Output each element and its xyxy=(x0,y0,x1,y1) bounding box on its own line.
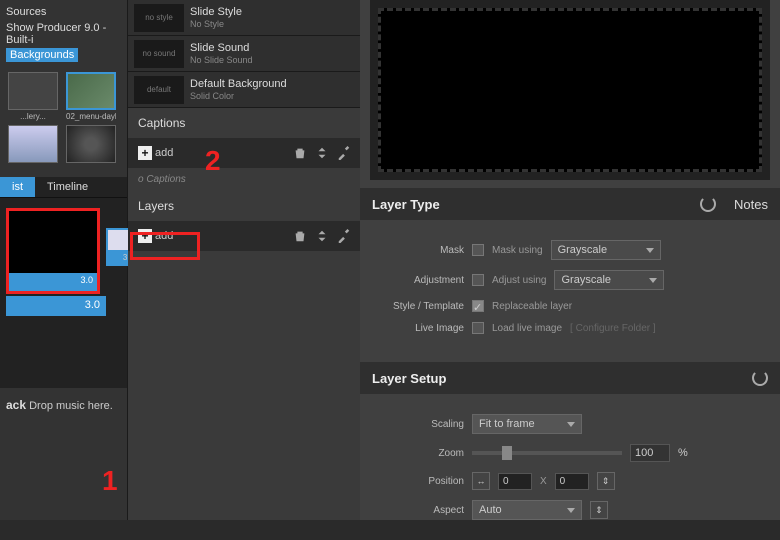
audio-track[interactable]: ack Drop music here. xyxy=(0,392,127,418)
tree-backgrounds[interactable]: Backgrounds xyxy=(6,48,78,62)
live-image-checkbox[interactable] xyxy=(472,322,484,334)
notes-tab[interactable]: Notes xyxy=(734,197,768,212)
thumb-label: ...lery... xyxy=(8,112,58,121)
pos-stepper-icon[interactable]: ⇕ xyxy=(597,472,615,490)
delete-icon[interactable] xyxy=(292,145,308,161)
tools-icon[interactable] xyxy=(336,228,352,244)
add-layer-button[interactable]: + add xyxy=(136,227,175,245)
replaceable-checkbox[interactable]: ✓ xyxy=(472,300,484,312)
timeline-area[interactable]: 3.0 3.0 3.0 xyxy=(0,198,127,388)
timeline-slide[interactable] xyxy=(9,211,97,273)
scaling-label: Scaling xyxy=(374,419,464,430)
prop-background[interactable]: default Default BackgroundSolid Color xyxy=(128,72,360,108)
replaceable-text: Replaceable layer xyxy=(492,301,572,312)
layers-header: Layers xyxy=(128,191,360,221)
tools-icon[interactable] xyxy=(336,145,352,161)
thumb-item[interactable]: 02_menu-daylig... xyxy=(64,72,118,121)
refresh-icon[interactable] xyxy=(700,196,716,212)
slider-handle[interactable] xyxy=(502,446,512,460)
mask-select[interactable]: Grayscale xyxy=(551,240,661,260)
captions-header: Captions xyxy=(128,108,360,138)
thumb-preview xyxy=(66,125,116,163)
position-label: Position xyxy=(374,476,464,487)
aspect-stepper-icon[interactable]: ⇕ xyxy=(590,501,608,519)
adjust-using-text: Adjust using xyxy=(492,275,546,286)
prop-slide-sound[interactable]: no sound Slide SoundNo Slide Sound xyxy=(128,36,360,72)
no-captions-text: o Captions xyxy=(128,168,360,191)
layer-setup-header: Layer Setup xyxy=(372,371,752,386)
adjustment-checkbox[interactable] xyxy=(472,274,484,286)
caret-icon xyxy=(649,278,657,283)
pos-link-icon[interactable]: ↔ xyxy=(472,472,490,490)
aspect-label: Aspect xyxy=(374,505,464,516)
configure-folder-link[interactable]: [ Configure Folder ] xyxy=(570,323,656,334)
prop-slide-style[interactable]: no style Slide StyleNo Style xyxy=(128,0,360,36)
style-template-label: Style / Template xyxy=(374,301,464,312)
sort-icon[interactable] xyxy=(314,145,330,161)
timeline-duration-bar[interactable]: 3.0 xyxy=(6,296,106,316)
mask-checkbox[interactable] xyxy=(472,244,484,256)
thumb-label: 02_menu-daylig... xyxy=(66,112,116,121)
scaling-select[interactable]: Fit to frame xyxy=(472,414,582,434)
x-label: X xyxy=(540,476,547,487)
mask-label: Mask xyxy=(374,245,464,256)
sound-icon: no sound xyxy=(134,40,184,68)
aspect-select[interactable]: Auto xyxy=(472,500,582,520)
plus-icon: + xyxy=(138,146,152,160)
caret-icon xyxy=(567,508,575,513)
zoom-label: Zoom xyxy=(374,448,464,459)
caret-icon xyxy=(646,248,654,253)
style-icon: no style xyxy=(134,4,184,32)
preview-canvas[interactable] xyxy=(370,0,770,180)
thumb-preview xyxy=(8,72,58,110)
add-caption-button[interactable]: + add xyxy=(136,144,175,162)
tree-producer[interactable]: Show Producer 9.0 - Built-i xyxy=(6,20,121,48)
position-x-input[interactable] xyxy=(498,473,532,490)
caret-icon xyxy=(567,422,575,427)
bg-icon: default xyxy=(134,76,184,104)
thumb-item[interactable] xyxy=(64,125,118,163)
timeline-slide-duration: 3.0 xyxy=(9,273,97,291)
zoom-input[interactable] xyxy=(630,444,670,462)
live-image-label: Live Image xyxy=(374,323,464,334)
refresh-icon[interactable] xyxy=(752,370,768,386)
position-y-input[interactable] xyxy=(555,473,589,490)
zoom-slider[interactable] xyxy=(472,451,622,455)
tree-sources[interactable]: Sources xyxy=(6,4,121,20)
tab-timeline[interactable]: Timeline xyxy=(35,177,100,197)
percent-label: % xyxy=(678,447,688,459)
thumb-preview xyxy=(66,72,116,110)
thumb-item[interactable] xyxy=(6,125,60,163)
load-live-text: Load live image xyxy=(492,323,562,334)
tab-list[interactable]: ist xyxy=(0,177,35,197)
thumb-preview xyxy=(8,125,58,163)
layer-type-header: Layer Type xyxy=(372,197,700,212)
delete-icon[interactable] xyxy=(292,228,308,244)
adjust-select[interactable]: Grayscale xyxy=(554,270,664,290)
mask-using-text: Mask using xyxy=(492,245,543,256)
sort-icon[interactable] xyxy=(314,228,330,244)
thumb-item[interactable]: ...lery... xyxy=(6,72,60,121)
plus-icon: + xyxy=(138,229,152,243)
adjustment-label: Adjustment xyxy=(374,275,464,286)
